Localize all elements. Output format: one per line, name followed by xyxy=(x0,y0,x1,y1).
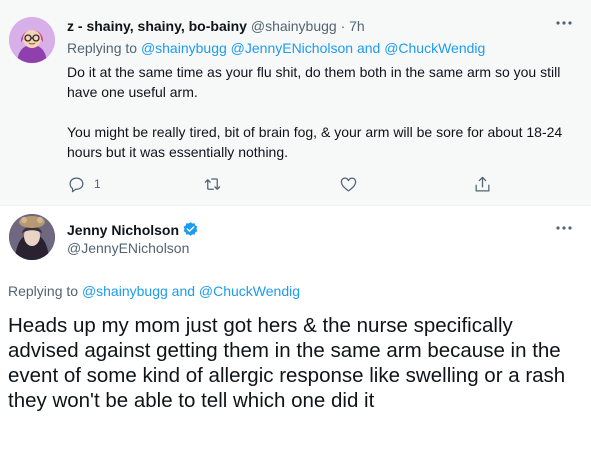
mention-link[interactable]: @shainybugg xyxy=(82,283,168,299)
mention-link[interactable]: @ChuckWendig xyxy=(199,283,300,299)
mention-link[interactable]: @JennyENicholson xyxy=(231,40,353,56)
share-button[interactable] xyxy=(473,172,492,196)
timestamp[interactable]: 7h xyxy=(349,18,365,34)
mention-link[interactable]: @shainybugg xyxy=(141,40,227,56)
author-line: z - shainy, shainy, bo-bainy @shainybugg… xyxy=(67,18,365,34)
retweet-icon xyxy=(204,177,221,190)
tweet-paragraph: Do it at the same time as your flu shit,… xyxy=(67,64,561,100)
author-handle[interactable]: @shainybugg xyxy=(251,18,337,34)
tweet-paragraph: You might be really tired, bit of brain … xyxy=(67,124,563,160)
replying-to-line: Replying to @shainybugg @JennyENicholson… xyxy=(67,40,485,56)
replying-and: and xyxy=(171,283,196,299)
tweet-text: Do it at the same time as your flu shit,… xyxy=(67,62,577,162)
more-options-icon[interactable] xyxy=(555,14,573,37)
main-tweet-text: Heads up my mom just got hers & the nurs… xyxy=(8,314,566,412)
reply-button[interactable]: 1 xyxy=(67,172,101,196)
reply-icon xyxy=(69,177,84,192)
heart-icon xyxy=(340,177,357,191)
reply-count: 1 xyxy=(94,177,101,191)
like-button[interactable] xyxy=(339,172,358,196)
avatar-photo xyxy=(9,214,55,260)
replying-prefix: Replying to xyxy=(8,283,79,299)
reply-tweet[interactable]: z - shainy, shainy, bo-bainy @shainybugg… xyxy=(0,0,591,206)
author-name[interactable]: z - shainy, shainy, bo-bainy xyxy=(67,18,247,34)
author-name[interactable]: Jenny Nicholson xyxy=(67,222,179,238)
time-separator: · xyxy=(340,18,346,34)
avatar[interactable] xyxy=(9,214,55,260)
retweet-button[interactable] xyxy=(203,172,222,196)
verified-badge-icon xyxy=(183,222,198,236)
action-bar: 1 xyxy=(67,172,507,196)
share-icon xyxy=(475,176,490,191)
replying-to-line: Replying to @shainybugg and @ChuckWendig xyxy=(8,283,300,299)
author-name-line: Jenny Nicholson xyxy=(67,221,199,238)
replying-prefix: Replying to xyxy=(67,40,138,56)
more-options-icon[interactable] xyxy=(555,219,573,242)
replying-and: and xyxy=(356,40,381,56)
author-handle[interactable]: @JennyENicholson xyxy=(67,240,189,256)
avatar[interactable] xyxy=(9,17,55,63)
mention-link[interactable]: @ChuckWendig xyxy=(384,40,485,56)
avatar-illustration xyxy=(9,17,55,63)
